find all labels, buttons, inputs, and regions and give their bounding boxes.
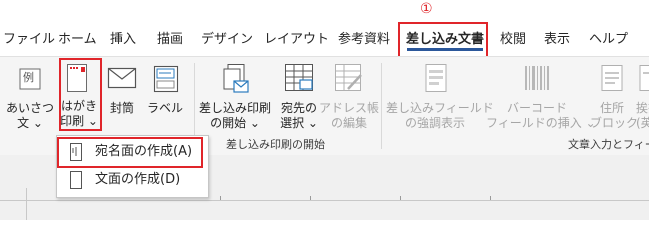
start-merge-icon xyxy=(222,63,250,95)
tab-help[interactable]: ヘルプ xyxy=(589,32,628,48)
tab-insert[interactable]: 挿入 xyxy=(110,32,136,48)
greeting-card-icon: 例 xyxy=(18,67,42,91)
envelope-label: 封筒 xyxy=(109,101,134,115)
edit-recipient-list-button[interactable]: アドレス帳 の編集 xyxy=(319,63,379,130)
address-block-button[interactable]: 住所 ブロック xyxy=(590,63,639,130)
group-label-write-insert-fields: 文章入力とフィー xyxy=(568,138,649,151)
label-icon xyxy=(153,65,179,93)
select-recipients-label-1: 宛先の xyxy=(280,101,317,115)
labels-button[interactable]: ラベル xyxy=(145,63,185,129)
tab-view[interactable]: 表示 xyxy=(544,32,570,48)
tab-review[interactable]: 校閲 xyxy=(500,32,526,48)
tab-home[interactable]: ホーム xyxy=(58,32,97,48)
edit-address-book-icon xyxy=(334,63,364,93)
barcode-icon xyxy=(524,64,550,92)
edit-recipient-list-label-2: の編集 xyxy=(330,116,367,130)
labels-label: ラベル xyxy=(146,101,183,115)
greeting-line-icon xyxy=(638,64,649,92)
tab-file[interactable]: ファイル xyxy=(3,32,55,48)
insert-barcode-field-label-1: バーコード xyxy=(506,101,567,115)
address-block-icon xyxy=(600,64,624,92)
recipients-icon xyxy=(284,63,314,93)
envelope-icon xyxy=(107,67,137,89)
highlight-fields-icon xyxy=(424,63,448,93)
edit-recipient-list-label-1: アドレス帳 xyxy=(318,101,379,115)
highlight-merge-fields-label-1: 差し込みフィールド xyxy=(386,101,494,115)
highlight-box-postcard xyxy=(59,58,102,131)
select-recipients-button[interactable]: 宛先の 選択 ⌄ xyxy=(274,63,324,130)
insert-barcode-field-label-2: フィールドの挿入 ⌄ xyxy=(486,116,596,130)
tab-design[interactable]: デザイン xyxy=(201,32,253,48)
start-mail-merge-label-2: の開始 ⌄ xyxy=(210,116,260,130)
vertical-ruler-line xyxy=(26,188,27,220)
tab-draw[interactable]: 描画 xyxy=(157,32,183,48)
greeting-line-label-2: (英文 xyxy=(636,116,649,129)
ribbon-tab-bar: ファイル ホーム 挿入 描画 デザイン レイアウト 参考資料 差し込み文書 校閲… xyxy=(0,22,649,56)
ruler-tick xyxy=(400,196,401,200)
greeting-letter-label-1: あいさつ xyxy=(5,101,54,115)
ruler-tick xyxy=(310,196,311,200)
message-side-icon xyxy=(69,170,83,190)
greeting-line-label-1: 挨拶 xyxy=(636,101,649,115)
envelope-button[interactable]: 封筒 xyxy=(104,63,140,129)
callout-1: ① xyxy=(420,1,433,17)
highlight-box-mailings-tab xyxy=(398,22,488,60)
greeting-letter-button[interactable]: 例 あいさつ 文 ⌄ xyxy=(5,63,54,130)
address-block-label-1: 住所 xyxy=(599,101,624,115)
menu-item-create-message-side[interactable]: 文面の作成(D) xyxy=(57,167,208,193)
ruler-tick xyxy=(490,196,491,200)
group-label-start-merge: 差し込み印刷の開始 xyxy=(226,138,325,151)
select-recipients-label-2: 選択 ⌄ xyxy=(280,116,318,130)
highlight-merge-fields-label-2: の強調表示 xyxy=(404,116,465,130)
greeting-card-icon-text: 例 xyxy=(23,71,34,84)
horizontal-ruler-line xyxy=(0,200,649,201)
greeting-letter-label-2: 文 ⌄ xyxy=(17,116,43,130)
greeting-line-button[interactable]: 挨拶 (英文 xyxy=(634,63,649,129)
address-block-label-2: ブロック xyxy=(590,116,639,130)
highlight-merge-fields-button[interactable]: 差し込みフィールド の強調表示 xyxy=(386,63,494,130)
group-separator xyxy=(381,63,382,149)
ruler-tick xyxy=(220,196,221,200)
tab-references[interactable]: 参考資料 xyxy=(338,32,390,48)
highlight-box-address-side xyxy=(57,137,203,168)
tab-layout[interactable]: レイアウト xyxy=(264,32,329,48)
menu-item-create-message-side-label: 文面の作成(D) xyxy=(95,172,181,187)
start-mail-merge-label-1: 差し込み印刷 xyxy=(198,101,271,115)
start-mail-merge-button[interactable]: 差し込み印刷 の開始 ⌄ xyxy=(198,63,272,130)
insert-barcode-field-button[interactable]: バーコード フィールドの挿入 ⌄ xyxy=(486,63,596,130)
